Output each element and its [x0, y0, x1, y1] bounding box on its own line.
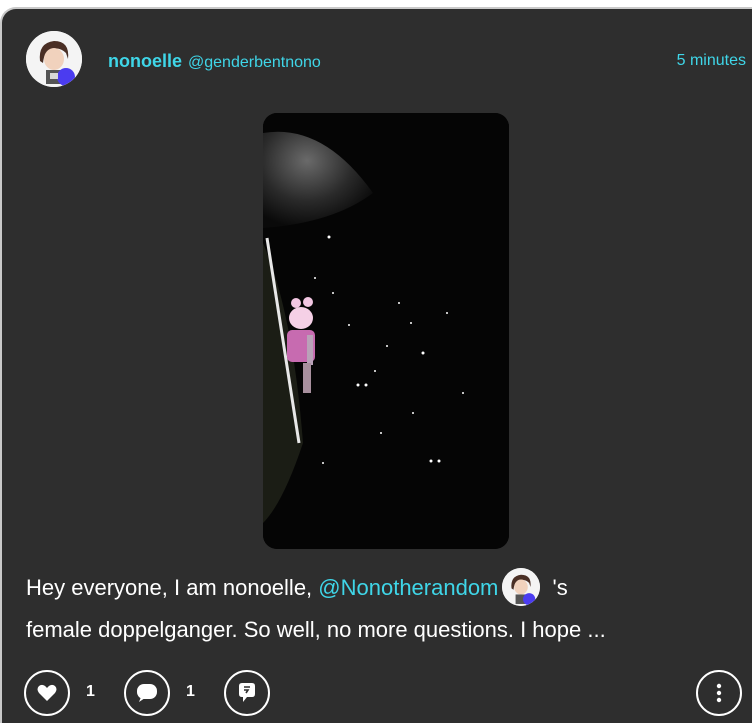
post-text-segment: Hey everyone, I am nonoelle,	[26, 575, 319, 600]
more-options-button[interactable]	[696, 670, 742, 716]
author-name[interactable]: nonoelle	[108, 51, 182, 72]
author-avatar[interactable]	[26, 31, 82, 87]
comment-button[interactable]	[124, 670, 170, 716]
post-timestamp[interactable]: 5 minutes	[677, 52, 746, 70]
like-button[interactable]	[24, 670, 70, 716]
post-text-line-1: Hey everyone, I am nonoelle, @Nonotheran…	[26, 567, 738, 609]
post-media-image[interactable]	[263, 113, 509, 549]
repost-icon	[239, 683, 255, 702]
vertical-ellipsis-icon	[716, 683, 722, 703]
speech-bubble-icon	[137, 684, 157, 702]
heart-icon	[37, 684, 57, 701]
post-text-segment: 's	[546, 575, 568, 600]
author-line: nonoelle @genderbentnono	[108, 51, 321, 75]
post-body: Hey everyone, I am nonoelle, @Nonotheran…	[26, 567, 738, 651]
mention-avatar[interactable]	[502, 568, 541, 607]
mention-link[interactable]: @Nonotherandom	[318, 575, 498, 600]
like-count: 1	[86, 683, 95, 700]
author-handle[interactable]: @genderbentnono	[188, 54, 321, 72]
post-card: nonoelle @genderbentnono 5 minutes Hey e…	[0, 7, 752, 723]
post-text-line-2: female doppelganger. So well, no more qu…	[26, 617, 606, 642]
comment-count: 1	[186, 683, 195, 700]
share-button[interactable]	[224, 670, 270, 716]
